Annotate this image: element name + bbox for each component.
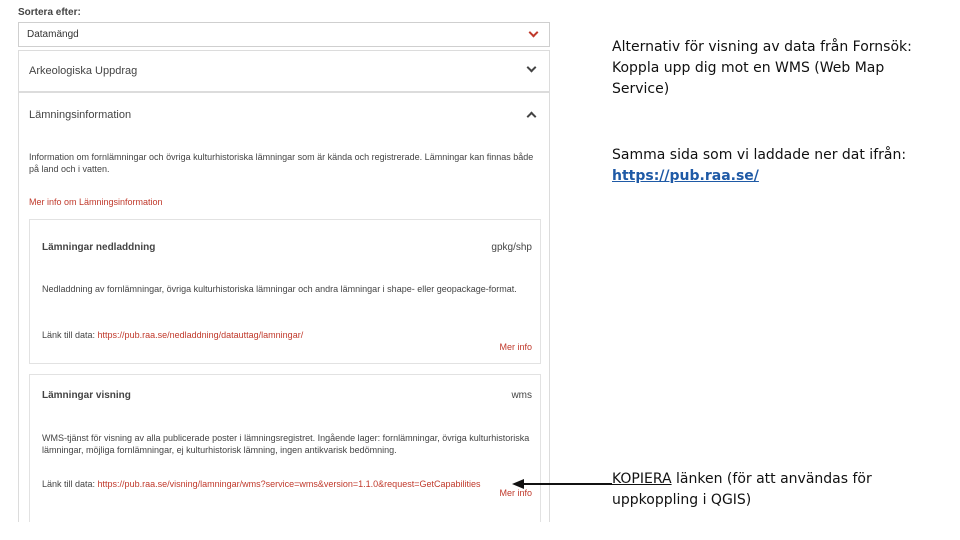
chevron-down-icon[interactable]: [526, 62, 537, 73]
card-data-link: Länk till data: https://pub.raa.se/nedla…: [42, 330, 487, 341]
dataset-card-nedladdning: Lämningar nedladdning gpkg/shp Nedladdni…: [29, 219, 541, 364]
card-format: gpkg/shp: [491, 242, 532, 253]
card-description: Nedladdning av fornlämningar, övriga kul…: [42, 284, 517, 294]
data-url-link[interactable]: https://pub.raa.se/nedladdning/datauttag…: [98, 330, 304, 340]
accordion-title: Arkeologiska Uppdrag: [29, 65, 138, 77]
accordion-title[interactable]: Lämningsinformation: [29, 109, 131, 121]
annotation-copy-link: KOPIERA länken (för att användas för upp…: [612, 469, 912, 511]
arrow-icon: [512, 479, 612, 489]
card-description: WMS-tjänst för visning av alla publicera…: [42, 433, 530, 455]
annotation-same-page: Samma sida som vi laddade ner dat ifrån:…: [612, 145, 912, 187]
dataset-card-visning: Lämningar visning wms WMS-tjänst för vis…: [29, 374, 541, 522]
annotation-emphasis: KOPIERA: [612, 471, 672, 487]
card-more-info-link[interactable]: Mer info: [499, 342, 532, 352]
annotation-text: Samma sida som vi laddade ner dat ifrån:: [612, 147, 907, 163]
card-format: wms: [511, 390, 532, 401]
accordion-arkeologiska-uppdrag[interactable]: Arkeologiska Uppdrag: [18, 50, 550, 92]
chevron-up-icon[interactable]: [526, 111, 537, 122]
data-url-link[interactable]: https://pub.raa.se/visning/lamningar/wms…: [98, 479, 481, 489]
sort-label: Sortera efter:: [18, 7, 81, 18]
sort-select[interactable]: Datamängd: [18, 22, 550, 47]
link-label: Länk till data:: [42, 330, 98, 340]
screenshot-panel: Sortera efter: Datamängd Arkeologiska Up…: [14, 0, 564, 522]
sort-select-value: Datamängd: [27, 29, 79, 40]
card-data-link: Länk till data: https://pub.raa.se/visni…: [42, 479, 487, 490]
card-title: Lämningar nedladdning: [42, 242, 156, 253]
raa-pub-link[interactable]: https://pub.raa.se/: [612, 168, 759, 184]
accordion-lamningsinformation: Lämningsinformation Information om fornl…: [18, 92, 550, 522]
card-title: Lämningar visning: [42, 390, 131, 401]
link-label: Länk till data:: [42, 479, 98, 489]
annotation-wms-alternative: Alternativ för visning av data från Forn…: [612, 39, 912, 97]
more-info-link[interactable]: Mer info om Lämningsinformation: [29, 197, 163, 207]
intro-text: Information om fornlämningar och övriga …: [29, 152, 534, 174]
chevron-down-icon: [528, 27, 539, 38]
